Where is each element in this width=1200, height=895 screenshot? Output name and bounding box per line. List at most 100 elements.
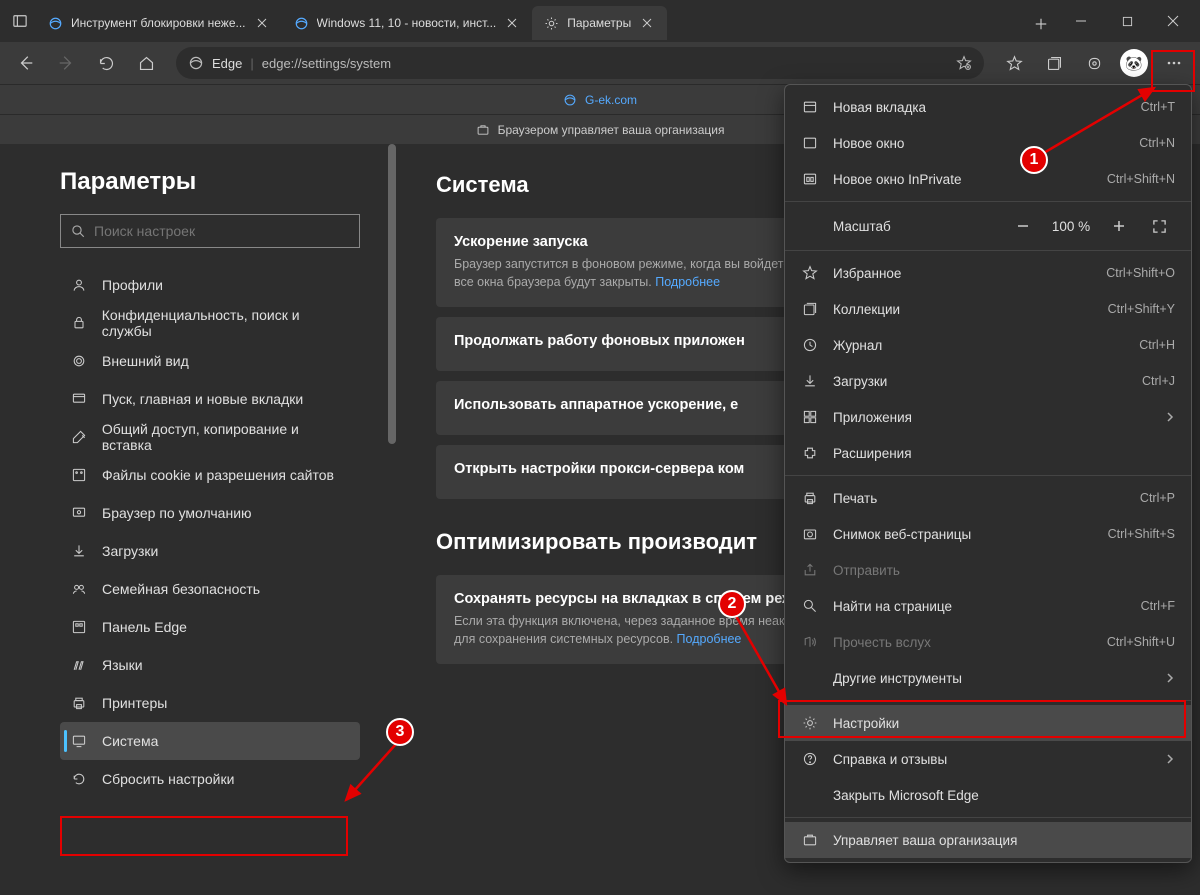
- nav-icon: [70, 467, 88, 483]
- tab-title: Параметры: [567, 16, 631, 30]
- maximize-button[interactable]: [1104, 0, 1150, 42]
- menu-item[interactable]: Расширения: [785, 435, 1191, 471]
- learn-more-link[interactable]: Подробнее: [655, 275, 720, 289]
- chevron-right-icon: [1165, 673, 1175, 683]
- menu-item[interactable]: Найти на страницеCtrl+F: [785, 588, 1191, 624]
- card-title: Продолжать работу фоновых приложен: [454, 333, 745, 349]
- sidebar-item[interactable]: Система: [60, 722, 360, 760]
- menu-item[interactable]: Приложения: [785, 399, 1191, 435]
- nav-label: Система: [102, 733, 158, 749]
- menu-item[interactable]: ЗагрузкиCtrl+J: [785, 363, 1191, 399]
- more-menu-button[interactable]: [1156, 45, 1192, 81]
- title-bar: Инструмент блокировки неже... Windows 11,…: [0, 0, 1200, 42]
- menu-item[interactable]: Новое окноCtrl+N: [785, 125, 1191, 161]
- favorites-button[interactable]: [996, 45, 1032, 81]
- fullscreen-button[interactable]: [1143, 212, 1175, 240]
- sidebar-item[interactable]: Файлы cookie и разрешения сайтов: [60, 456, 360, 494]
- history-icon: [801, 337, 819, 353]
- menu-item[interactable]: ИзбранноеCtrl+Shift+O: [785, 255, 1191, 291]
- sidebar-item[interactable]: Принтеры: [60, 684, 360, 722]
- browser-tab[interactable]: Windows 11, 10 - новости, инст...: [282, 6, 533, 40]
- settings-search[interactable]: [60, 214, 360, 248]
- address-bar[interactable]: Edge | edge://settings/system: [176, 47, 984, 79]
- sidebar-item[interactable]: Браузер по умолчанию: [60, 494, 360, 532]
- sidebar-item[interactable]: Языки: [60, 646, 360, 684]
- refresh-button[interactable]: [88, 45, 124, 81]
- tabs-area: Инструмент блокировки неже... Windows 11,…: [36, 0, 1024, 42]
- browser-tab[interactable]: Параметры: [532, 6, 667, 40]
- back-button[interactable]: [8, 45, 44, 81]
- sidebar-item[interactable]: Пуск, главная и новые вкладки: [60, 380, 360, 418]
- menu-item[interactable]: Снимок веб-страницыCtrl+Shift+S: [785, 516, 1191, 552]
- search-icon: [71, 224, 86, 239]
- tab-actions-icon[interactable]: [4, 14, 36, 28]
- menu-shortcut: Ctrl+Shift+Y: [1108, 302, 1175, 316]
- zoom-in-button[interactable]: [1103, 212, 1135, 240]
- nav-label: Принтеры: [102, 695, 167, 711]
- menu-item: Прочесть вслухCtrl+Shift+U: [785, 624, 1191, 660]
- nav-label: Пуск, главная и новые вкладки: [102, 391, 303, 407]
- nav-label: Общий доступ, копирование и вставка: [102, 421, 350, 453]
- new-tab-button[interactable]: [1024, 7, 1058, 41]
- sidebar-item[interactable]: Загрузки: [60, 532, 360, 570]
- menu-label: Найти на странице: [833, 599, 1127, 614]
- edge-icon: [188, 55, 204, 71]
- toolbar: Edge | edge://settings/system 🐼: [0, 42, 1200, 84]
- settings-sidebar: Параметры ПрофилиКонфиденциальность, пои…: [0, 144, 388, 895]
- nav-label: Конфиденциальность, поиск и службы: [102, 307, 350, 339]
- window-controls: [1058, 0, 1196, 42]
- profile-button[interactable]: 🐼: [1116, 45, 1152, 81]
- search-input[interactable]: [94, 223, 349, 239]
- sidebar-item[interactable]: Общий доступ, копирование и вставка: [60, 418, 360, 456]
- menu-shortcut: Ctrl+H: [1139, 338, 1175, 352]
- menu-item[interactable]: Другие инструменты: [785, 660, 1191, 696]
- nav-label: Языки: [102, 657, 143, 673]
- menu-label: Новая вкладка: [833, 100, 1127, 115]
- menu-item[interactable]: Справка и отзывы: [785, 741, 1191, 777]
- menu-item[interactable]: ЖурналCtrl+H: [785, 327, 1191, 363]
- menu-label: Справка и отзывы: [833, 752, 1151, 767]
- sidebar-item[interactable]: Профили: [60, 266, 360, 304]
- tab-icon: [801, 99, 819, 115]
- menu-item[interactable]: Управляет ваша организация: [785, 822, 1191, 858]
- menu-label: Отправить: [833, 563, 1175, 578]
- menu-item[interactable]: Новая вкладкаCtrl+T: [785, 89, 1191, 125]
- close-tab-icon[interactable]: [639, 15, 655, 31]
- site-link[interactable]: G-ek.com: [585, 93, 637, 107]
- gear-icon: [544, 16, 559, 31]
- close-tab-icon[interactable]: [504, 15, 520, 31]
- share-icon: [801, 562, 819, 578]
- nav-label: Панель Edge: [102, 619, 187, 635]
- nav-icon: [70, 657, 88, 673]
- menu-label: Приложения: [833, 410, 1151, 425]
- nav-icon: [70, 581, 88, 597]
- menu-item[interactable]: КоллекцииCtrl+Shift+Y: [785, 291, 1191, 327]
- zoom-out-button[interactable]: [1007, 212, 1039, 240]
- minimize-button[interactable]: [1058, 0, 1104, 42]
- menu-item[interactable]: Настройки: [785, 705, 1191, 741]
- sidebar-item[interactable]: Сбросить настройки: [60, 760, 360, 798]
- forward-button[interactable]: [48, 45, 84, 81]
- gear-icon: [801, 715, 819, 731]
- home-button[interactable]: [128, 45, 164, 81]
- nav-label: Браузер по умолчанию: [102, 505, 252, 521]
- close-tab-icon[interactable]: [254, 15, 270, 31]
- menu-item[interactable]: ПечатьCtrl+P: [785, 480, 1191, 516]
- edge-icon: [48, 16, 63, 31]
- card-title: Открыть настройки прокси-сервера ком: [454, 461, 744, 477]
- menu-item[interactable]: Закрыть Microsoft Edge: [785, 777, 1191, 813]
- sidebar-item[interactable]: Семейная безопасность: [60, 570, 360, 608]
- browser-tab[interactable]: Инструмент блокировки неже...: [36, 6, 282, 40]
- close-window-button[interactable]: [1150, 0, 1196, 42]
- extensions-button[interactable]: [1076, 45, 1112, 81]
- collections-button[interactable]: [1036, 45, 1072, 81]
- learn-more-link[interactable]: Подробнее: [677, 632, 742, 646]
- tab-title: Инструмент блокировки неже...: [71, 16, 246, 30]
- sidebar-item[interactable]: Внешний вид: [60, 342, 360, 380]
- sidebar-scrollbar[interactable]: [388, 144, 396, 895]
- sidebar-item[interactable]: Конфиденциальность, поиск и службы: [60, 304, 360, 342]
- menu-item[interactable]: Новое окно InPrivateCtrl+Shift+N: [785, 161, 1191, 197]
- menu-label: Новое окно InPrivate: [833, 172, 1093, 187]
- add-favorite-icon[interactable]: [956, 55, 972, 71]
- sidebar-item[interactable]: Панель Edge: [60, 608, 360, 646]
